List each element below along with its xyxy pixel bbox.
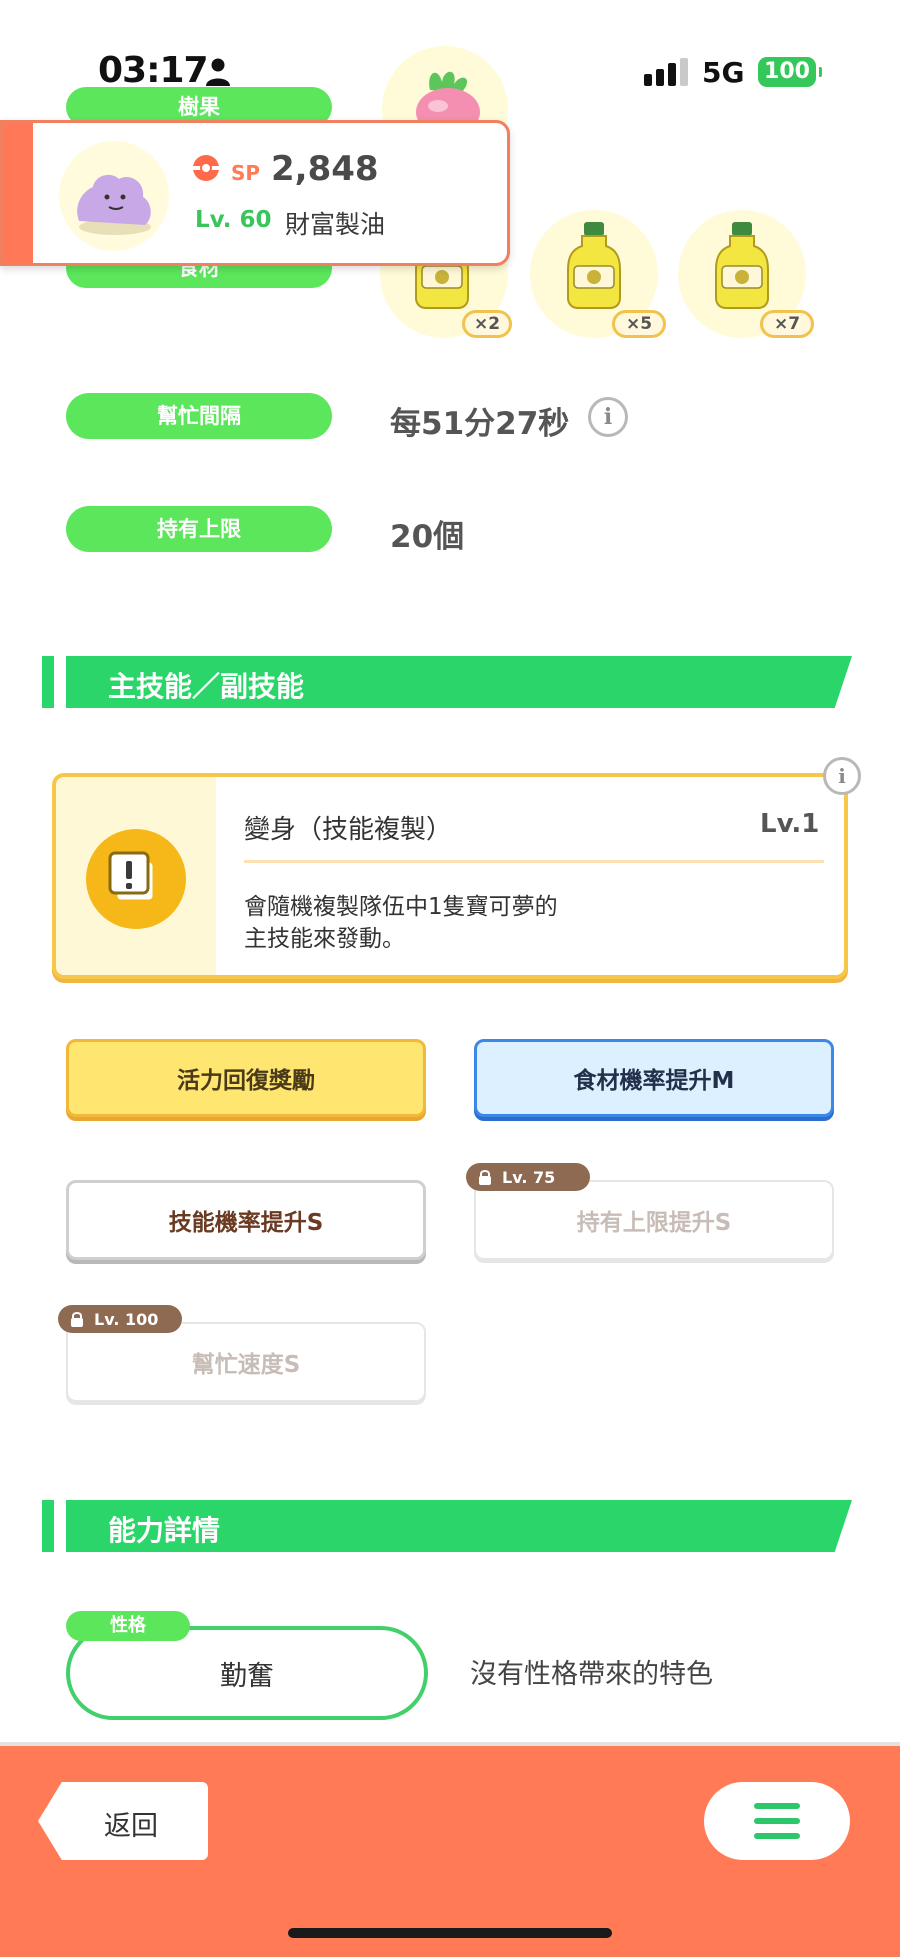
ingredient-qty-3: ×7 bbox=[760, 310, 814, 338]
home-indicator bbox=[288, 1928, 612, 1938]
sub-skill-1[interactable]: 活力回復獎勵 bbox=[66, 1039, 426, 1117]
stats-section-title: 能力詳情 bbox=[108, 1514, 221, 1547]
skills-section-title: 主技能／副技能 bbox=[108, 670, 305, 703]
signal-icon bbox=[644, 58, 688, 86]
pokeball-icon bbox=[193, 155, 219, 181]
sub-skill-3[interactable]: 技能機率提升S bbox=[66, 1180, 426, 1260]
ingredient-qty-2: ×5 bbox=[612, 310, 666, 338]
lock-icon bbox=[71, 1312, 83, 1327]
unlock-level-text: Lv. 100 bbox=[94, 1309, 159, 1329]
header-tick bbox=[42, 1500, 54, 1552]
lock-icon bbox=[479, 1170, 491, 1185]
skill-info-icon[interactable]: i bbox=[823, 757, 861, 795]
main-skill-description-line1: 會隨機複製隊伍中1隻寶可夢的 bbox=[244, 894, 558, 920]
sub-skill-5-locked[interactable]: 幫忙速度S bbox=[66, 1322, 426, 1402]
unlock-tag-lv100: Lv. 100 bbox=[58, 1305, 182, 1333]
person-icon bbox=[206, 58, 230, 86]
oil-bottle-icon bbox=[715, 222, 769, 309]
unlock-level-text: Lv. 75 bbox=[502, 1167, 556, 1187]
nature-effect: 沒有性格帶來的特色 bbox=[470, 1659, 713, 1690]
nature-tag: 性格 bbox=[66, 1611, 190, 1641]
sub-skill-2[interactable]: 食材機率提升M bbox=[474, 1039, 834, 1117]
header-tick bbox=[42, 656, 54, 708]
carry-limit-value: 20個 bbox=[390, 519, 465, 555]
main-skill-description-line2: 主技能來發動。 bbox=[244, 926, 405, 952]
card-accent-stripe bbox=[3, 123, 33, 263]
sp-label: SP bbox=[231, 161, 261, 185]
unlock-tag-lv75: Lv. 75 bbox=[466, 1163, 590, 1191]
stats-section-header: 能力詳情 bbox=[42, 1500, 852, 1552]
pokemon-level: Lv. 60 bbox=[195, 207, 272, 233]
sub-skill-4-locked[interactable]: 持有上限提升S bbox=[474, 1180, 834, 1260]
info-icon[interactable]: i bbox=[588, 397, 628, 437]
network-label: 5G bbox=[702, 56, 745, 89]
carry-limit-label: 持有上限 bbox=[66, 506, 332, 552]
oil-bottle-icon bbox=[567, 222, 621, 309]
pokemon-avatar bbox=[59, 141, 169, 251]
sp-value: 2,848 bbox=[271, 149, 379, 189]
battery-indicator: 100 bbox=[758, 57, 822, 87]
nature-value: 勤奮 bbox=[220, 1661, 274, 1692]
main-skill-card[interactable]: 變身（技能複製） Lv.1 會隨機複製隊伍中1隻寶可夢的 主技能來發動。 bbox=[52, 773, 848, 979]
skills-section-header: 主技能／副技能 bbox=[42, 656, 852, 708]
ingredient-qty-1: ×2 bbox=[462, 310, 512, 338]
pokemon-card[interactable]: SP 2,848 Lv. 60 財富製油 bbox=[0, 120, 510, 266]
ditto-icon bbox=[77, 174, 151, 235]
help-interval-value: 每51分27秒 bbox=[390, 406, 570, 442]
skill-copy-icon bbox=[108, 851, 156, 903]
skill-icon-panel bbox=[56, 777, 216, 975]
hamburger-menu-icon bbox=[754, 1803, 800, 1839]
skill-divider bbox=[244, 860, 824, 863]
main-skill-level: Lv.1 bbox=[760, 809, 820, 839]
status-time: 03:17 bbox=[98, 50, 209, 91]
pokemon-nickname: 財富製油 bbox=[285, 210, 386, 239]
skill-icon-circle bbox=[86, 829, 186, 929]
back-button-label: 返回 bbox=[104, 1811, 158, 1842]
main-skill-name: 變身（技能複製） bbox=[244, 815, 453, 845]
help-interval-label: 幫忙間隔 bbox=[66, 393, 332, 439]
